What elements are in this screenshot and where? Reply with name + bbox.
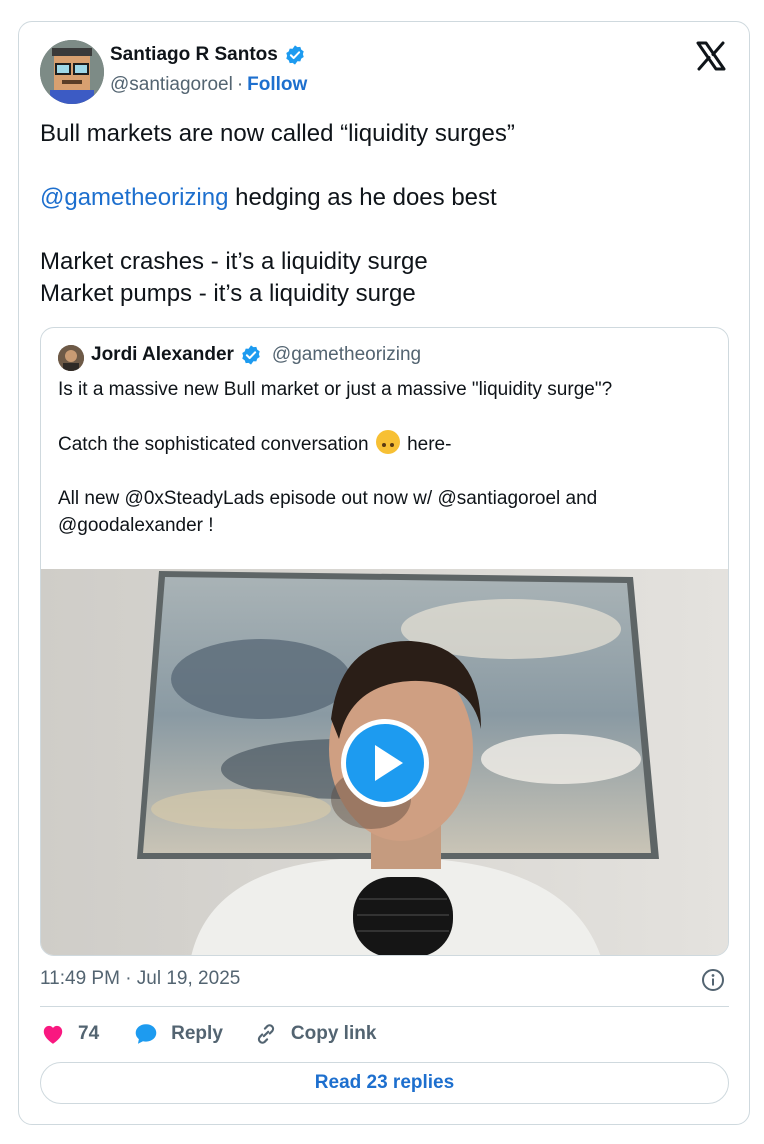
quote-line-3: All new @0xSteadyLads episode out now w/…	[58, 488, 598, 509]
author-avatar[interactable]	[40, 40, 104, 104]
upside-down-face-emoji-icon	[375, 430, 400, 454]
mention-link[interactable]: @gametheorizing	[40, 184, 228, 211]
quote-author-name[interactable]: Jordi Alexander	[91, 344, 234, 366]
like-count: 74	[78, 1023, 100, 1044]
read-replies-button[interactable]: Read 23 replies	[40, 1062, 729, 1104]
tweet-timestamp[interactable]: 11:49 PM · Jul 19, 2025	[40, 968, 240, 990]
divider	[40, 1006, 729, 1007]
quote-body: Is it a massive new Bull market or just …	[58, 376, 708, 539]
quoted-tweet[interactable]: Jordi Alexander @gametheorizing Is it a …	[40, 327, 729, 956]
quote-line-1: Is it a massive new Bull market or just …	[58, 379, 613, 400]
author-name-row: Santiago R Santos	[110, 44, 306, 66]
quote-name-row: Jordi Alexander @gametheorizing	[91, 344, 421, 366]
copy-link-label: Copy link	[290, 1023, 377, 1044]
quote-line-2: Catch the sophisticated conversation her…	[58, 430, 708, 458]
quote-line-2-start: Catch the sophisticated conversation	[58, 434, 374, 455]
tweet-line-3: Market crashes - it’s a liquidity surge	[40, 248, 428, 275]
quote-line-2-end: here-	[401, 434, 452, 455]
heart-icon	[43, 1025, 63, 1044]
like-button[interactable]: 74	[40, 1021, 99, 1047]
verified-badge-icon	[286, 45, 304, 65]
video-player[interactable]	[41, 569, 728, 955]
tweet-card: Santiago R Santos @santiagoroel · Follow B…	[18, 21, 750, 1125]
info-icon[interactable]	[701, 968, 725, 992]
reply-bubble-icon	[135, 1024, 157, 1044]
author-handle-row: @santiagoroel · Follow	[110, 74, 307, 96]
tweet-line-4: Market pumps - it’s a liquidity surge	[40, 280, 416, 307]
action-bar: 74 Reply Copy link	[40, 1020, 376, 1048]
reply-label: Reply	[171, 1023, 223, 1044]
x-logo-icon[interactable]	[695, 40, 727, 72]
copy-link-button[interactable]: Copy link	[253, 1021, 377, 1047]
follow-link[interactable]: Follow	[247, 74, 307, 95]
verified-badge-icon	[242, 345, 260, 365]
quote-author-handle[interactable]: @gametheorizing	[272, 344, 421, 366]
tweet-line-2-text: hedging as he does best	[228, 184, 497, 211]
tweet-line-2: @gametheorizing hedging as he does best	[40, 182, 730, 214]
quote-author-avatar[interactable]	[58, 345, 84, 371]
author-handle[interactable]: @santiagoroel	[110, 74, 233, 95]
author-name[interactable]: Santiago R Santos	[110, 44, 278, 66]
link-icon	[257, 1024, 274, 1044]
tweet-line-1: Bull markets are now called “liquidity s…	[40, 120, 515, 147]
tweet-body: Bull markets are now called “liquidity s…	[40, 118, 730, 310]
quote-line-4: @goodalexander !	[58, 515, 214, 536]
handle-separator: ·	[236, 74, 244, 95]
reply-button[interactable]: Reply	[133, 1021, 223, 1047]
play-icon[interactable]	[339, 717, 431, 809]
